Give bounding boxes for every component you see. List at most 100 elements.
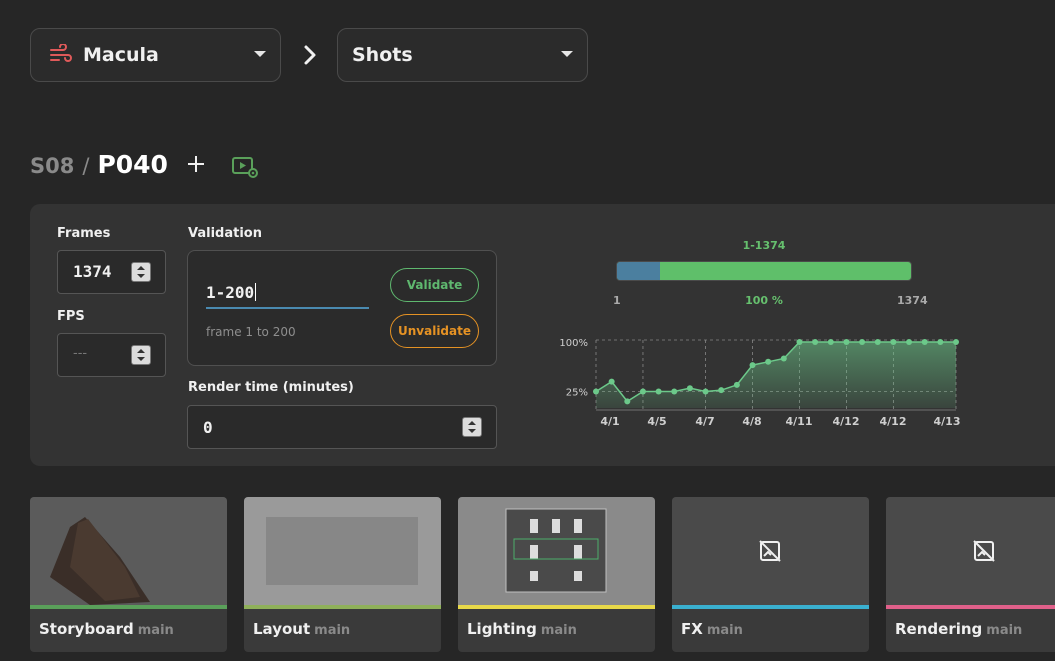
unvalidate-button[interactable]: Unvalidate	[390, 314, 479, 348]
fps-label: FPS	[57, 309, 85, 324]
chart-x-tick-label: 4/8	[742, 415, 761, 428]
chart-point	[937, 339, 944, 345]
chart-point	[702, 388, 709, 395]
task-branch: main	[986, 623, 1023, 638]
frames-input[interactable]: 1374	[57, 250, 166, 294]
validation-range-input[interactable]: 1-200	[206, 281, 369, 309]
chart-point	[906, 339, 913, 345]
chart-point	[953, 339, 959, 345]
chevron-down-icon	[561, 51, 573, 57]
chart-point	[749, 362, 756, 369]
task-name: Storyboard	[39, 620, 134, 638]
chart-area	[596, 342, 956, 408]
task-branch: main	[706, 623, 743, 638]
fps-placeholder: ---	[73, 346, 88, 361]
no-image-icon	[973, 540, 995, 562]
chart-point	[655, 388, 662, 395]
validated-range-fill	[617, 262, 660, 280]
chart-x-tick-label: 4/12	[833, 415, 860, 428]
lighting-thumbnail	[458, 497, 655, 605]
add-icon[interactable]	[186, 154, 206, 174]
section-dropdown[interactable]: Shots	[337, 28, 588, 82]
chart-point	[843, 339, 850, 345]
breadcrumb: S08 / P040	[30, 150, 168, 179]
chart-point	[733, 381, 740, 388]
frame-range-bar	[616, 261, 912, 281]
validate-button[interactable]: Validate	[390, 268, 479, 302]
chart-point	[718, 387, 725, 394]
frames-label: Frames	[57, 226, 111, 241]
chart-point	[921, 339, 928, 345]
chart-point	[593, 388, 599, 395]
task-name: Lighting	[467, 620, 537, 638]
chart-point	[827, 339, 834, 345]
task-card-layout[interactable]: Layout main	[244, 497, 441, 652]
chart-x-tick-label: 4/13	[934, 415, 961, 428]
task-card-lighting[interactable]: Lighting main	[458, 497, 655, 652]
chevron-right-icon	[304, 45, 316, 65]
wind-icon	[50, 44, 72, 62]
chart-x-tick-label: 4/5	[647, 415, 666, 428]
task-card-rendering[interactable]: Rendering main	[886, 497, 1055, 652]
chart-x-tick-label: 4/7	[695, 415, 714, 428]
range-percent: 100 %	[745, 294, 783, 307]
task-status-stripe	[244, 605, 441, 609]
validation-range-value: 1-200	[206, 283, 255, 302]
section-label: Shots	[352, 44, 413, 66]
chart-point	[812, 339, 819, 345]
range-max: 1374	[897, 294, 928, 307]
task-card-fx[interactable]: FX main	[672, 497, 869, 652]
chart-point	[765, 358, 772, 365]
validation-progress-chart: 100% 25% 4/1 4/5 4/7 4/8 4/11 4/12 4/12 4/13	[559, 338, 961, 428]
layout-thumbnail	[244, 497, 441, 605]
shot-title: P040	[97, 150, 168, 179]
storyboard-thumbnail	[30, 497, 227, 605]
chart-y-tick-label: 100%	[559, 338, 588, 349]
frames-stepper[interactable]	[131, 262, 151, 282]
project-label: Macula	[83, 44, 159, 66]
chart-x-tick-label: 4/1	[600, 415, 619, 428]
fx-thumbnail	[672, 497, 869, 605]
task-status-stripe	[672, 605, 869, 609]
breadcrumb-separator: /	[82, 154, 90, 178]
chart-y-tick-label: 25%	[566, 388, 588, 399]
chart-point	[890, 339, 897, 345]
render-time-value: 0	[203, 418, 213, 437]
chart-point	[874, 339, 881, 345]
fps-input[interactable]: ---	[57, 333, 166, 377]
rendering-thumbnail	[886, 497, 1055, 605]
chart-point	[639, 388, 646, 395]
chart-point	[796, 339, 803, 345]
chart-point	[686, 385, 693, 392]
fps-stepper[interactable]	[131, 345, 151, 365]
task-card-storyboard[interactable]: Storyboard main	[30, 497, 227, 652]
task-branch: main	[314, 623, 351, 638]
chart-x-tick-label: 4/12	[880, 415, 907, 428]
validation-label: Validation	[188, 226, 262, 241]
render-time-stepper[interactable]	[462, 417, 482, 437]
task-status-stripe	[30, 605, 227, 609]
task-status-stripe	[458, 605, 655, 609]
task-name: Rendering	[895, 620, 983, 638]
task-name: Layout	[253, 620, 311, 638]
chart-point	[608, 378, 615, 385]
project-dropdown[interactable]: Macula	[30, 28, 281, 82]
chart-point	[780, 355, 787, 362]
no-image-icon	[759, 540, 781, 562]
chart-point	[859, 339, 866, 345]
frames-value: 1374	[73, 262, 112, 281]
chart-x-tick-label: 4/11	[786, 415, 813, 428]
render-time-input[interactable]: 0	[187, 405, 497, 449]
chart-point	[624, 398, 631, 405]
task-branch: main	[137, 623, 174, 638]
task-status-stripe	[886, 605, 1055, 609]
validation-box: 1-200 frame 1 to 200 Validate Unvalidate	[187, 250, 497, 366]
task-name: FX	[681, 620, 703, 638]
task-branch: main	[540, 623, 577, 638]
sequence-link[interactable]: S08	[30, 154, 74, 178]
render-time-label: Render time (minutes)	[188, 380, 354, 395]
frame-range-label: 1-1374	[742, 239, 786, 252]
chevron-down-icon	[254, 51, 266, 57]
media-settings-icon[interactable]	[231, 155, 259, 179]
chart-point	[671, 388, 678, 395]
